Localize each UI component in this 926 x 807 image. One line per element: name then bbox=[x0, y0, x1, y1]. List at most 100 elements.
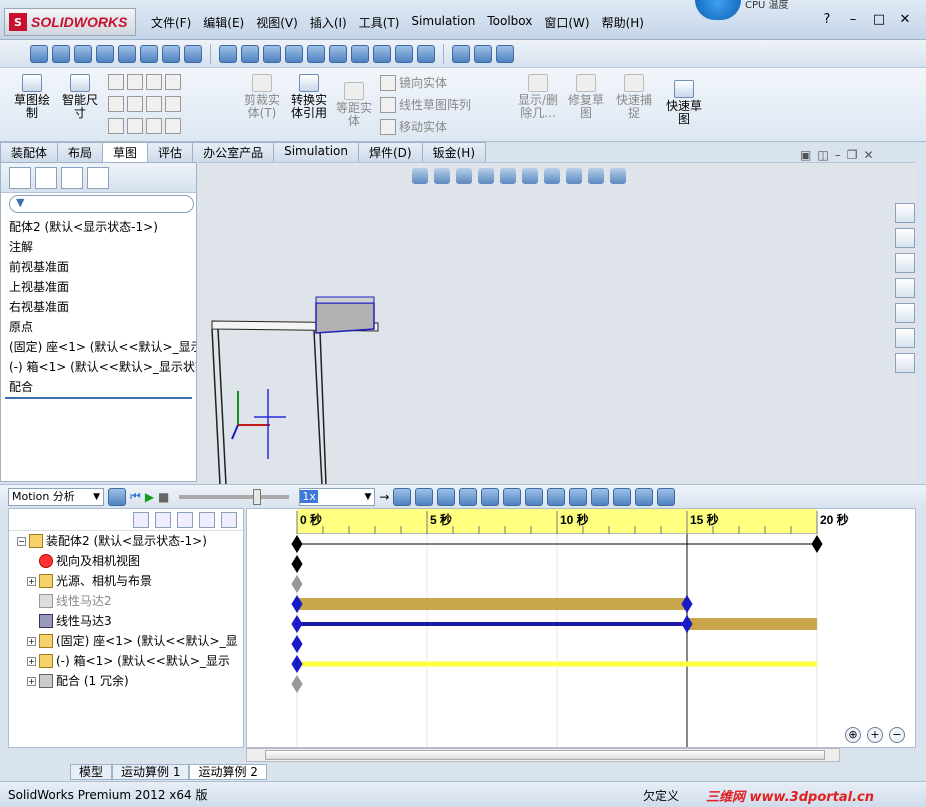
motion-tree-box[interactable]: + (-) 箱<1> (默认<<默认>_显示 bbox=[9, 651, 243, 671]
tab-sketch[interactable]: 草图 bbox=[102, 142, 149, 163]
view-orientation-icon[interactable] bbox=[373, 44, 391, 63]
playback-mode-icon[interactable]: → bbox=[379, 490, 389, 504]
graphics-area[interactable] bbox=[198, 162, 916, 486]
timeline-scrollbar[interactable] bbox=[246, 748, 840, 762]
expand-icon[interactable]: + bbox=[27, 576, 36, 586]
menu-file[interactable]: 文件(F) bbox=[145, 12, 197, 33]
appearance-icon[interactable] bbox=[395, 44, 413, 63]
rect-tool[interactable] bbox=[108, 96, 181, 112]
linear-pattern-button[interactable]: 线性草图阵列 bbox=[380, 96, 471, 113]
tree-item-annotations[interactable]: 注解 bbox=[1, 237, 196, 257]
motion-tree-base[interactable]: + (固定) 座<1> (默认<<默认>_显 bbox=[9, 631, 243, 651]
tree-item-base[interactable]: (固定) 座<1> (默认<<默认>_显示 bbox=[1, 337, 196, 357]
new-icon[interactable] bbox=[30, 44, 48, 63]
menu-window[interactable]: 窗口(W) bbox=[538, 12, 595, 33]
appearances-icon[interactable] bbox=[895, 328, 915, 348]
collapse-icon[interactable]: − bbox=[17, 536, 26, 546]
close-button[interactable]: ✕ bbox=[896, 12, 914, 27]
display-tab-icon[interactable] bbox=[87, 166, 109, 189]
filter-driving-icon[interactable] bbox=[155, 512, 171, 528]
pan-icon[interactable] bbox=[285, 44, 303, 63]
tab-motion-study-2[interactable]: 运动算例 2 bbox=[189, 764, 267, 780]
sketch-button[interactable]: 草图绘制 bbox=[10, 74, 54, 120]
expand-icon[interactable]: + bbox=[27, 636, 36, 646]
animation-wizard-icon[interactable] bbox=[415, 487, 434, 506]
gravity-icon[interactable] bbox=[591, 487, 610, 506]
view-orientation-icon[interactable] bbox=[500, 168, 516, 184]
tree-item-origin[interactable]: 原点 bbox=[1, 317, 196, 337]
menu-tools[interactable]: 工具(T) bbox=[353, 12, 406, 33]
property-tab-icon[interactable] bbox=[35, 166, 57, 189]
tree-item-mates[interactable]: 配合 bbox=[1, 377, 196, 397]
minimize-doc-button[interactable]: – bbox=[835, 148, 841, 162]
expand-icon[interactable]: + bbox=[27, 676, 36, 686]
section-view-icon[interactable] bbox=[478, 168, 494, 184]
tab-layout[interactable]: 布局 bbox=[57, 142, 104, 162]
line-tool[interactable] bbox=[108, 74, 181, 90]
tab-assembly[interactable]: 装配体 bbox=[0, 142, 59, 162]
edit-appearance-icon[interactable] bbox=[566, 168, 582, 184]
motor-icon[interactable] bbox=[481, 487, 500, 506]
tab-weldments[interactable]: 焊件(D) bbox=[358, 142, 423, 162]
menu-simulation[interactable]: Simulation bbox=[405, 12, 481, 33]
menu-view[interactable]: 视图(V) bbox=[250, 12, 304, 33]
study-type-select[interactable]: Motion 分析 bbox=[8, 487, 104, 506]
motion-tree-root[interactable]: − 装配体2 (默认<显示状态-1>) bbox=[9, 531, 243, 551]
collapse-icon[interactable] bbox=[657, 487, 676, 506]
tree-item-root[interactable]: 配体2 (默认<显示状态-1>) bbox=[1, 217, 196, 237]
playback-slider[interactable] bbox=[179, 488, 290, 505]
filter-selected-icon[interactable] bbox=[177, 512, 193, 528]
zoom-out-icon[interactable]: − bbox=[889, 727, 905, 743]
move-entities-button[interactable]: 移动实体 bbox=[380, 118, 447, 135]
contact-icon[interactable] bbox=[569, 487, 588, 506]
cube-icon[interactable] bbox=[162, 44, 180, 63]
home-icon[interactable] bbox=[895, 228, 915, 248]
results-icon[interactable] bbox=[613, 487, 632, 506]
scene-icon[interactable] bbox=[417, 44, 435, 63]
menu-insert[interactable]: 插入(I) bbox=[304, 12, 353, 33]
cube-icon[interactable] bbox=[52, 44, 70, 63]
config-tab-icon[interactable] bbox=[61, 166, 83, 189]
minimize-button[interactable]: – bbox=[844, 12, 862, 27]
convert-entities-button[interactable]: 转换实体引用 bbox=[287, 74, 331, 120]
tile2-icon[interactable]: ◫ bbox=[817, 148, 828, 162]
show-hide-relations-button[interactable]: 显示/删除几... bbox=[515, 74, 561, 120]
quick-snaps-button[interactable]: 快速捕捉 bbox=[614, 74, 654, 120]
repair-sketch-button[interactable]: 修复草图 bbox=[566, 74, 606, 120]
play-from-start-icon[interactable]: ⏮ bbox=[130, 489, 141, 504]
autosort-icon[interactable] bbox=[221, 512, 237, 528]
motion-tree-motor2[interactable]: 线性马达2 bbox=[9, 591, 243, 611]
zoom-to-fit-icon[interactable]: ⊕ bbox=[845, 727, 861, 743]
motion-tree-camera[interactable]: 视向及相机视图 bbox=[9, 551, 243, 571]
cube-icon[interactable] bbox=[74, 44, 92, 63]
expand-icon[interactable]: + bbox=[27, 656, 36, 666]
options-icon[interactable] bbox=[452, 44, 470, 63]
zoom-in-icon[interactable]: + bbox=[867, 727, 883, 743]
calculate-icon[interactable] bbox=[108, 487, 126, 506]
tab-motion-study-1[interactable]: 运动算例 1 bbox=[112, 764, 190, 780]
display-style-icon[interactable] bbox=[522, 168, 538, 184]
box-part[interactable] bbox=[315, 302, 375, 334]
save-animation-icon[interactable] bbox=[393, 487, 412, 506]
help-icon[interactable]: ? bbox=[818, 12, 836, 27]
filter-animated-icon[interactable] bbox=[133, 512, 149, 528]
feature-tree-tab-icon[interactable] bbox=[9, 166, 31, 189]
tile-icon[interactable]: ▣ bbox=[800, 148, 811, 162]
tab-simulation[interactable]: Simulation bbox=[273, 142, 359, 162]
stop-icon[interactable]: ■ bbox=[158, 490, 169, 504]
spring-icon[interactable] bbox=[503, 487, 522, 506]
select-icon[interactable] bbox=[474, 44, 492, 63]
hide-show-icon[interactable] bbox=[544, 168, 560, 184]
zoom-area-icon[interactable] bbox=[434, 168, 450, 184]
previous-view-icon[interactable] bbox=[456, 168, 472, 184]
maximize-button[interactable]: □ bbox=[870, 12, 888, 27]
autokey-icon[interactable] bbox=[437, 487, 456, 506]
resources-icon[interactable] bbox=[895, 203, 915, 223]
tree-item-top-plane[interactable]: 上视基准面 bbox=[1, 277, 196, 297]
motion-tree-lights[interactable]: + 光源、相机与布景 bbox=[9, 571, 243, 591]
slot-tool[interactable] bbox=[108, 118, 181, 134]
scroll-thumb[interactable] bbox=[265, 750, 825, 760]
trim-button[interactable]: 剪裁实体(T) bbox=[240, 74, 284, 120]
damper-icon[interactable] bbox=[525, 487, 544, 506]
custom-properties-icon[interactable] bbox=[895, 353, 915, 373]
